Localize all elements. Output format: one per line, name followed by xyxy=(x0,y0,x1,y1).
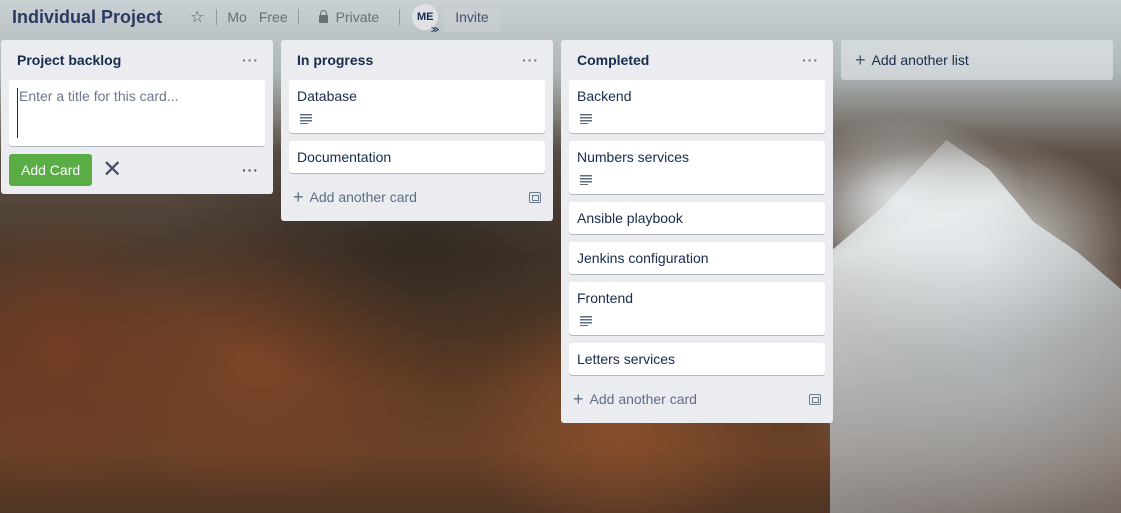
card-title: Ansible playbook xyxy=(577,210,683,226)
admin-chevron-icon: ≫ xyxy=(430,25,440,34)
list-menu-icon[interactable]: ··· xyxy=(802,52,819,68)
workspace-button[interactable]: Mo xyxy=(221,3,252,31)
add-list-button[interactable]: + Add another list xyxy=(841,40,1113,80)
add-card-label: Add another card xyxy=(589,391,697,407)
list-title[interactable]: Project backlog xyxy=(17,52,121,68)
card[interactable]: Frontend xyxy=(569,282,825,335)
header-divider xyxy=(399,9,401,25)
board-title[interactable]: Individual Project xyxy=(12,7,162,28)
plus-icon: + xyxy=(855,50,866,70)
add-card-row: + Add another card xyxy=(569,383,825,415)
card-title: Letters services xyxy=(577,351,676,367)
card-title: Documentation xyxy=(297,149,392,165)
visibility-label: Private xyxy=(335,9,380,25)
list-title[interactable]: In progress xyxy=(297,52,373,68)
add-card-link[interactable]: + Add another card xyxy=(293,188,417,206)
card-title: Frontend xyxy=(577,290,634,306)
composer-options-icon[interactable]: ··· xyxy=(242,162,265,178)
card[interactable]: Database xyxy=(289,80,545,133)
plus-icon: + xyxy=(293,187,304,207)
card-title: Numbers services xyxy=(577,149,690,165)
description-icon xyxy=(580,114,592,124)
header-divider xyxy=(297,9,299,25)
list-menu-icon[interactable]: ··· xyxy=(242,52,259,68)
add-card-button[interactable]: Add Card xyxy=(9,154,93,186)
card-title: Database xyxy=(297,88,357,104)
composer-controls: Add Card ✕ ··· xyxy=(9,154,265,186)
description-icon xyxy=(300,114,312,124)
star-icon[interactable]: ☆ xyxy=(182,3,212,31)
avatar[interactable]: ME ≫ xyxy=(412,4,439,34)
card[interactable]: Jenkins configuration xyxy=(569,242,825,274)
avatar-initials: ME xyxy=(416,11,434,23)
list-in-progress: In progress ··· Database Documentation +… xyxy=(281,40,553,221)
card-composer xyxy=(9,80,265,146)
list-completed: Completed ··· Backend Numbers services A… xyxy=(561,40,833,423)
list-menu-icon[interactable]: ··· xyxy=(522,52,539,68)
list-header: Completed ··· xyxy=(569,40,825,80)
card-template-icon[interactable] xyxy=(529,191,541,203)
card[interactable]: Backend xyxy=(569,80,825,133)
add-card-row: + Add another card xyxy=(289,181,545,213)
description-icon xyxy=(580,175,592,185)
lock-icon xyxy=(318,10,328,23)
list-title[interactable]: Completed xyxy=(577,52,649,68)
list-project-backlog: Project backlog ··· Add Card ✕ ··· xyxy=(1,40,273,194)
plan-badge[interactable]: Free xyxy=(253,3,294,31)
list-header: In progress ··· xyxy=(289,40,545,80)
card-template-icon[interactable] xyxy=(809,393,821,405)
invite-button[interactable]: Invite xyxy=(444,2,500,32)
card[interactable]: Documentation xyxy=(289,141,545,173)
card[interactable]: Numbers services xyxy=(569,141,825,194)
visibility-button[interactable]: Private xyxy=(313,3,386,31)
card-title: Jenkins configuration xyxy=(577,250,709,266)
list-header: Project backlog ··· xyxy=(9,40,265,80)
card[interactable]: Ansible playbook xyxy=(569,202,825,234)
header-divider xyxy=(216,9,218,25)
composer-left: Add Card ✕ xyxy=(9,154,122,186)
add-card-label: Add another card xyxy=(309,189,417,205)
card-title: Backend xyxy=(577,88,632,104)
add-list-label: Add another list xyxy=(871,52,969,68)
add-card-link[interactable]: + Add another card xyxy=(573,390,697,408)
background-mountain xyxy=(830,140,1121,513)
board-header: Individual Project ☆ Mo Free Private ME … xyxy=(0,0,1121,34)
card[interactable]: Letters services xyxy=(569,343,825,375)
close-icon[interactable]: ✕ xyxy=(102,158,122,182)
description-icon xyxy=(580,316,592,326)
card-title-input[interactable] xyxy=(17,88,257,138)
plus-icon: + xyxy=(573,389,584,409)
